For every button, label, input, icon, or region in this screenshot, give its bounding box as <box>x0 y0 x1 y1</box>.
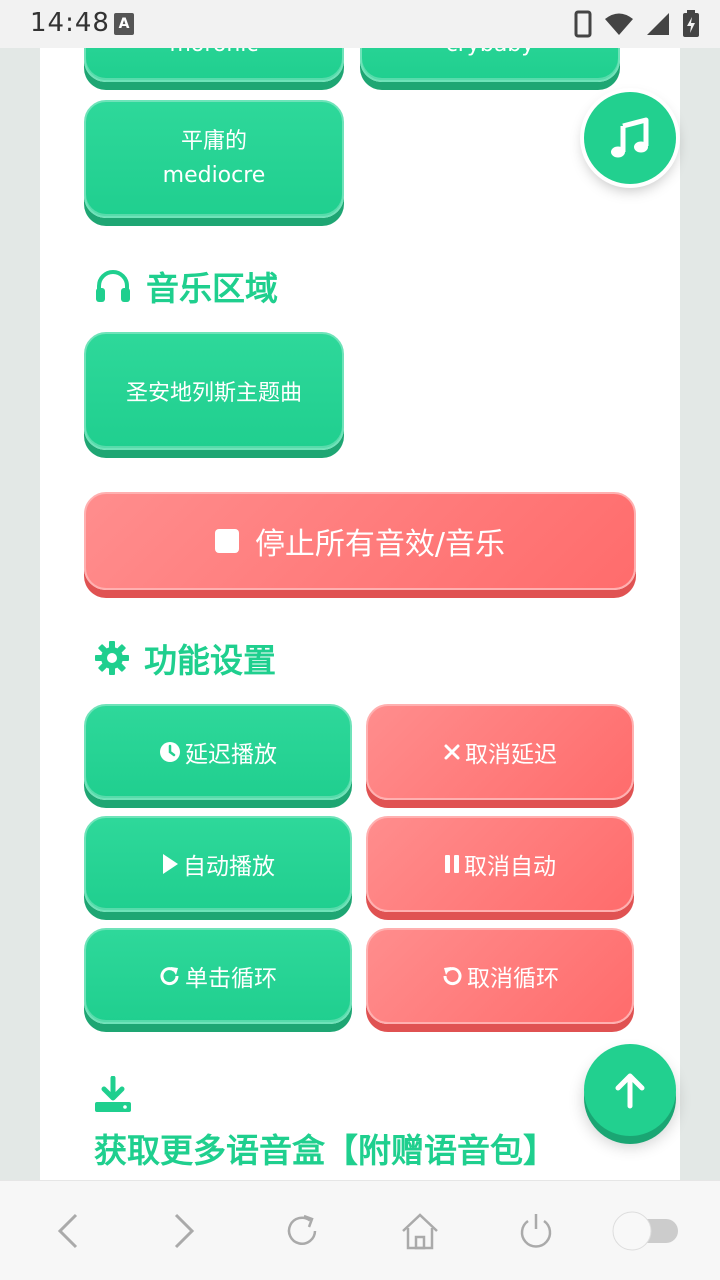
headphones-icon <box>96 270 130 302</box>
scroll-to-top-button[interactable] <box>584 1044 676 1136</box>
arrow-up-icon <box>615 1073 645 1109</box>
settings-section-title: 功能设置 <box>94 634 276 682</box>
play-icon <box>163 854 178 874</box>
delay-play-button[interactable]: 延迟播放 <box>84 704 352 800</box>
delay-play-label: 延迟播放 <box>185 742 277 768</box>
more-voice-box-title[interactable]: 获取更多语音盒【附赠语音包】 <box>94 1124 556 1172</box>
gear-icon <box>95 641 129 675</box>
toggle-switch[interactable] <box>610 1209 680 1253</box>
stop-all-label: 停止所有音效/音乐 <box>254 527 506 562</box>
home-button[interactable] <box>396 1209 444 1253</box>
cancel-delay-label: 取消延迟 <box>465 742 557 768</box>
wifi-icon <box>605 13 633 35</box>
power-button[interactable] <box>512 1209 560 1253</box>
battery-icon <box>683 10 699 37</box>
status-icons <box>574 10 700 38</box>
word-english: crybaby <box>446 48 535 62</box>
cancel-auto-label: 取消自动 <box>464 854 556 880</box>
settings-section-label: 功能设置 <box>144 641 276 680</box>
music-label: 圣安地列斯主题曲 <box>125 381 302 406</box>
word-english: mediocre <box>162 163 266 188</box>
click-loop-label: 单击循环 <box>185 966 277 992</box>
music-section-label: 音乐区域 <box>146 269 278 308</box>
refresh-button[interactable] <box>278 1209 326 1253</box>
notification-icon: A <box>114 13 134 35</box>
status-time: 14:48 <box>30 8 110 38</box>
redo-icon <box>160 967 179 986</box>
word-button-moronic[interactable]: moronic <box>84 48 344 82</box>
click-loop-button[interactable]: 单击循环 <box>84 928 352 1024</box>
cancel-auto-button[interactable]: 取消自动 <box>366 816 634 912</box>
word-button-crybaby[interactable]: crybaby <box>360 48 620 82</box>
stop-icon <box>214 529 239 553</box>
music-player-button[interactable] <box>584 92 676 184</box>
forward-button[interactable] <box>160 1209 208 1253</box>
page-content: moronic crybaby 平庸的 mediocre 音乐区域 圣安地列斯主… <box>40 48 680 1180</box>
status-bar: 14:48 A <box>0 0 720 48</box>
auto-play-label: 自动播放 <box>183 854 275 880</box>
auto-play-button[interactable]: 自动播放 <box>84 816 352 912</box>
signal-icon <box>647 13 669 35</box>
download-icon <box>95 1076 131 1112</box>
phone-icon <box>574 10 592 38</box>
word-button-mediocre[interactable]: 平庸的 mediocre <box>84 100 344 218</box>
pause-icon <box>445 855 459 873</box>
refresh-icon <box>287 1214 317 1245</box>
x-icon <box>444 744 460 760</box>
back-button[interactable] <box>44 1209 92 1253</box>
music-note-icon <box>611 117 649 158</box>
toggle-icon <box>612 1211 678 1251</box>
undo-icon <box>443 967 462 986</box>
browser-toolbar <box>0 1180 720 1280</box>
clock-icon <box>160 742 180 762</box>
stop-all-button[interactable]: 停止所有音效/音乐 <box>84 492 636 590</box>
cancel-loop-label: 取消循环 <box>467 966 559 992</box>
word-english: moronic <box>169 48 258 62</box>
cancel-loop-button[interactable]: 取消循环 <box>366 928 634 1024</box>
power-icon <box>520 1214 552 1248</box>
back-icon <box>57 1213 78 1249</box>
music-section-title: 音乐区域 <box>94 262 278 310</box>
forward-icon <box>174 1213 195 1249</box>
cancel-delay-button[interactable]: 取消延迟 <box>366 704 634 800</box>
word-chinese: 平庸的 <box>180 129 247 154</box>
music-button-san-andreas[interactable]: 圣安地列斯主题曲 <box>84 332 344 450</box>
home-icon <box>402 1213 438 1250</box>
